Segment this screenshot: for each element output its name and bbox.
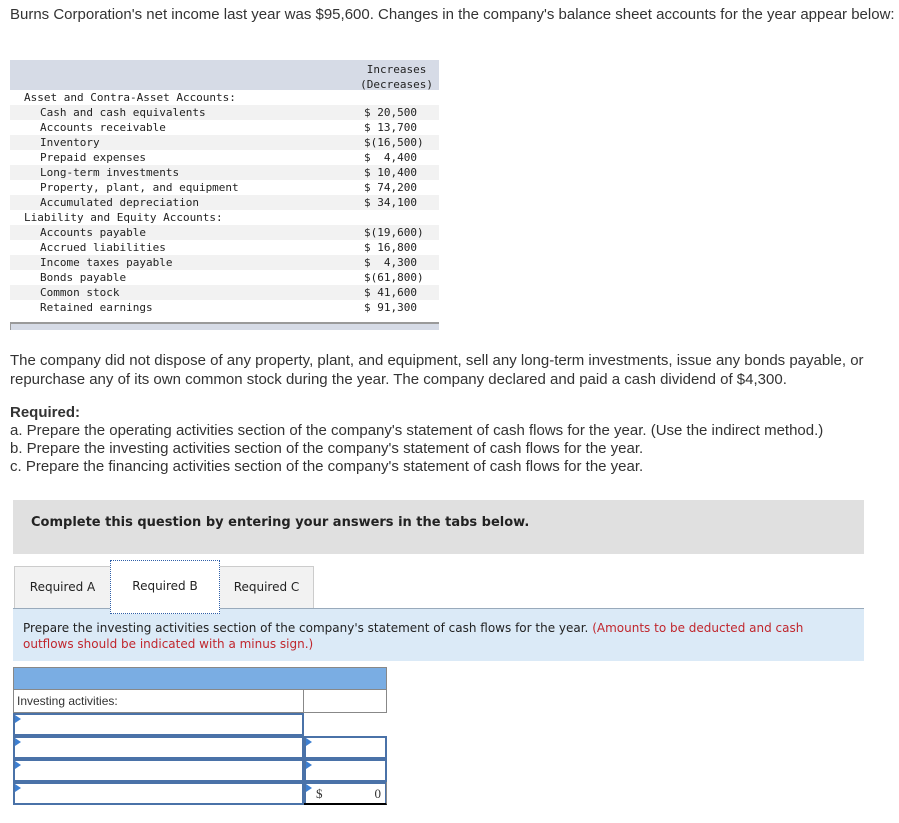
section-heading: Asset and Contra-Asset Accounts: bbox=[24, 91, 236, 104]
required-section: Required: a. Prepare the operating activ… bbox=[10, 404, 895, 476]
tab-required-a[interactable]: Required A bbox=[14, 566, 111, 608]
required-title: Required: bbox=[10, 404, 81, 421]
section-label-row: Investing activities: bbox=[13, 690, 387, 713]
table-row: Common stock $ 41,600 bbox=[10, 285, 439, 300]
table-header: Increases (Decreases) bbox=[10, 60, 439, 91]
total-row: $ 0 bbox=[13, 782, 387, 805]
total-amount: $ 0 bbox=[304, 782, 387, 805]
dropdown-marker-icon bbox=[15, 761, 21, 769]
table-row: Cash and cash equivalents $ 20,500 bbox=[10, 105, 439, 120]
line-item-label-input[interactable] bbox=[13, 759, 304, 782]
section-heading: Liability and Equity Accounts: bbox=[24, 211, 223, 224]
total-value: 0 bbox=[374, 786, 382, 801]
line-item-label-input[interactable] bbox=[13, 736, 304, 759]
investing-activities-answer-table: Investing activities: $ 0 bbox=[13, 667, 387, 805]
dropdown-marker-icon bbox=[15, 715, 21, 723]
answer-row bbox=[13, 736, 387, 782]
table-row: Retained earnings $ 91,300 bbox=[40, 301, 417, 314]
column-header-increases: Increases (Decreases) bbox=[360, 63, 433, 91]
answer-row bbox=[13, 759, 387, 805]
investing-activities-label: Investing activities: bbox=[13, 690, 304, 713]
instructions-banner: Complete this question by entering your … bbox=[13, 500, 864, 554]
table-row: Accumulated depreciation $ 34,100 bbox=[10, 195, 439, 210]
table-row: Accounts receivable $ 13,700 bbox=[40, 121, 417, 134]
answer-row bbox=[13, 713, 387, 759]
dropdown-marker-icon bbox=[15, 784, 21, 792]
table-row: Bonds payable $(61,800) bbox=[40, 271, 424, 284]
table-row: Prepaid expenses $ 4,400 bbox=[40, 151, 417, 164]
balance-sheet-changes-table: Increases (Decreases) Asset and Contra-A… bbox=[10, 60, 439, 330]
table-row: Property, plant, and equipment $ 74,200 bbox=[40, 181, 417, 194]
answer-table-header bbox=[13, 667, 387, 690]
tab-instructions: Prepare the investing activities section… bbox=[13, 608, 864, 661]
required-item-a: a. Prepare the operating activities sect… bbox=[10, 422, 824, 439]
table-row: Long-term investments $ 10,400 bbox=[10, 165, 439, 180]
table-row: Income taxes payable $ 4,300 bbox=[10, 255, 439, 270]
total-label-input[interactable] bbox=[13, 782, 304, 805]
required-item-b: b. Prepare the investing activities sect… bbox=[10, 440, 644, 457]
table-row: Inventory $(16,500) bbox=[10, 135, 439, 150]
table-row: Accounts payable $(19,600) bbox=[10, 225, 439, 240]
required-item-c: c. Prepare the financing activities sect… bbox=[10, 458, 644, 475]
problem-details: The company did not dispose of any prope… bbox=[10, 352, 864, 388]
problem-intro: Burns Corporation's net income last year… bbox=[10, 6, 895, 23]
tab-required-b[interactable]: Required B bbox=[110, 560, 220, 614]
table-footer bbox=[10, 322, 439, 330]
table-row: Accrued liabilities $ 16,800 bbox=[40, 241, 417, 254]
currency-symbol: $ bbox=[316, 786, 323, 801]
dropdown-marker-icon bbox=[15, 738, 21, 746]
line-item-label-input[interactable] bbox=[13, 713, 304, 736]
tab-required-c[interactable]: Required C bbox=[219, 566, 314, 608]
